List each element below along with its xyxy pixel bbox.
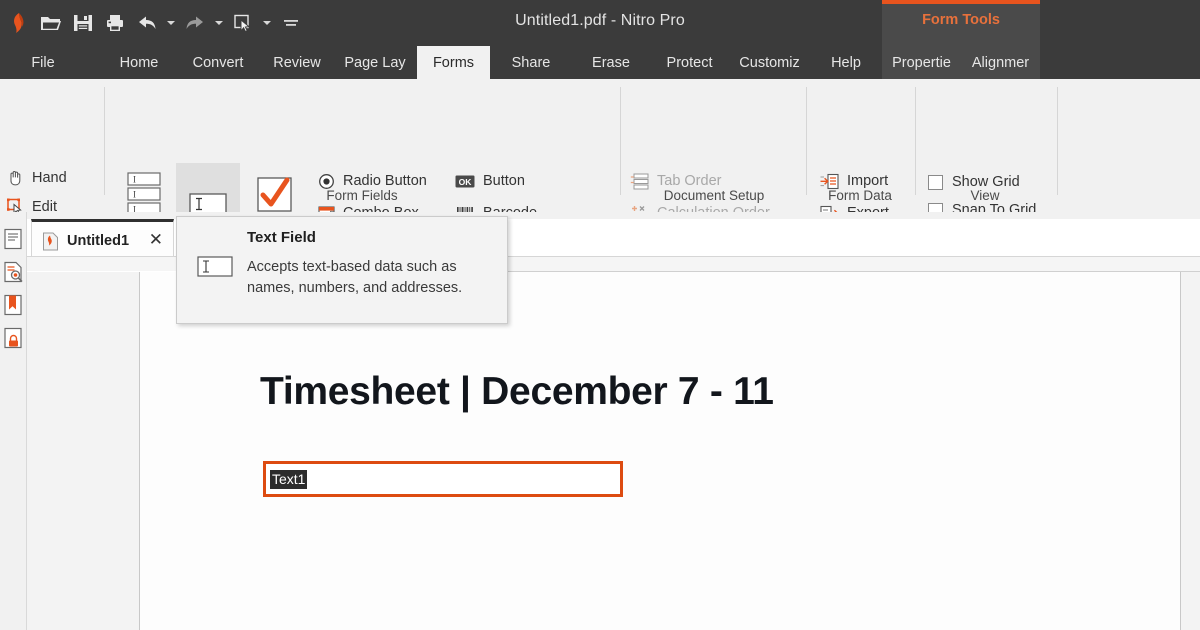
document-canvas[interactable] xyxy=(27,272,1200,630)
undo-dropdown-icon[interactable] xyxy=(164,6,178,40)
hand-icon xyxy=(6,168,25,187)
tooltip-body: Accepts text-based data such as names, n… xyxy=(247,257,497,299)
import-icon xyxy=(820,173,839,190)
contextual-group-label: Form Tools xyxy=(882,12,1040,28)
open-icon[interactable] xyxy=(36,6,66,40)
text-field-icon xyxy=(197,254,237,287)
tooltip-title: Text Field xyxy=(247,229,316,246)
ribbon-separator xyxy=(104,87,105,195)
ribbon-group-label-form-data: Form Data xyxy=(805,188,915,208)
search-panel-icon[interactable] xyxy=(3,261,24,284)
close-icon[interactable]: ✕ xyxy=(149,231,163,248)
select-tool-icon[interactable] xyxy=(228,6,258,40)
customize-qat-icon[interactable] xyxy=(276,6,306,40)
radio-button-label: Radio Button xyxy=(343,173,427,189)
ribbon-group-label-document-setup: Document Setup xyxy=(626,188,802,208)
page-title: Timesheet | December 7 - 11 xyxy=(260,370,774,414)
ribbon-tab-help[interactable]: Help xyxy=(818,46,874,79)
security-panel-icon[interactable] xyxy=(3,327,24,350)
nitro-pro-window: Untitled1.pdf - Nitro Pro Form Tools Fil… xyxy=(0,0,1200,630)
ribbon-group-label-form-fields: Form Fields xyxy=(235,188,489,208)
save-icon[interactable] xyxy=(68,6,98,40)
ribbon-separator xyxy=(915,87,916,195)
ribbon-tab-home[interactable]: Home xyxy=(100,46,178,79)
quick-access-toolbar xyxy=(0,0,306,46)
import-label: Import xyxy=(847,173,888,189)
ribbon-tab-propertie[interactable]: Propertie xyxy=(882,46,961,79)
tab-order-label: Tab Order xyxy=(657,173,721,189)
button-label: Button xyxy=(483,173,525,189)
ribbon-tab-protect[interactable]: Protect xyxy=(652,46,727,79)
bookmarks-panel-icon[interactable] xyxy=(3,294,24,317)
svg-text:OK: OK xyxy=(459,177,473,187)
ribbon-tab-share[interactable]: Share xyxy=(496,46,566,79)
ribbon-separator xyxy=(806,87,807,195)
ribbon-group-label-view: View xyxy=(917,188,1053,208)
tab-order-icon xyxy=(630,173,649,190)
ok-button-icon: OK xyxy=(455,174,475,189)
ribbon-tab-file[interactable]: File xyxy=(10,46,76,79)
ribbon-tab-erase[interactable]: Erase xyxy=(578,46,644,79)
redo-icon[interactable] xyxy=(180,6,210,40)
document-tab-untitled1[interactable]: Untitled1 ✕ xyxy=(31,219,174,261)
svg-text:I: I xyxy=(133,190,136,200)
print-icon[interactable] xyxy=(100,6,130,40)
undo-icon[interactable] xyxy=(132,6,162,40)
contextual-accent-bar xyxy=(882,0,1040,4)
ribbon-tab-page-lay[interactable]: Page Lay xyxy=(336,46,414,79)
nitro-logo-icon[interactable] xyxy=(4,6,34,40)
ribbon-tab-customiz[interactable]: Customiz xyxy=(727,46,812,79)
pdf-page[interactable] xyxy=(139,272,1181,630)
contextual-tab-group: Form Tools xyxy=(882,0,1040,46)
navigation-rail xyxy=(0,212,27,630)
ribbon-separator xyxy=(620,87,621,195)
radio-button-icon xyxy=(318,173,335,190)
ribbon-tab-strip: File HomeConvertReviewPage LayFormsShare E… xyxy=(0,46,1200,79)
ribbon-separator xyxy=(1057,87,1058,195)
hand-tool-label: Hand xyxy=(32,170,67,186)
document-tab-label: Untitled1 xyxy=(67,233,129,249)
ribbon-tab-review[interactable]: Review xyxy=(258,46,336,79)
ribbon-tab-forms[interactable]: Forms xyxy=(417,46,490,79)
text-field-tooltip: Text Field Accepts text-based data such … xyxy=(176,216,508,324)
ribbon-tab-alignmer[interactable]: Alignmer xyxy=(961,46,1040,79)
pages-panel-icon[interactable] xyxy=(3,228,24,251)
pdf-file-icon xyxy=(42,232,59,251)
ribbon-tab-convert[interactable]: Convert xyxy=(178,46,258,79)
redo-dropdown-icon[interactable] xyxy=(212,6,226,40)
text-form-field-value[interactable]: Text1 xyxy=(270,470,307,489)
text-form-field[interactable]: Text1 xyxy=(263,461,623,497)
svg-text:I: I xyxy=(133,175,136,185)
title-bar: Untitled1.pdf - Nitro Pro Form Tools xyxy=(0,0,1200,46)
select-dropdown-icon[interactable] xyxy=(260,6,274,40)
hand-tool-button[interactable]: Hand xyxy=(6,163,102,192)
